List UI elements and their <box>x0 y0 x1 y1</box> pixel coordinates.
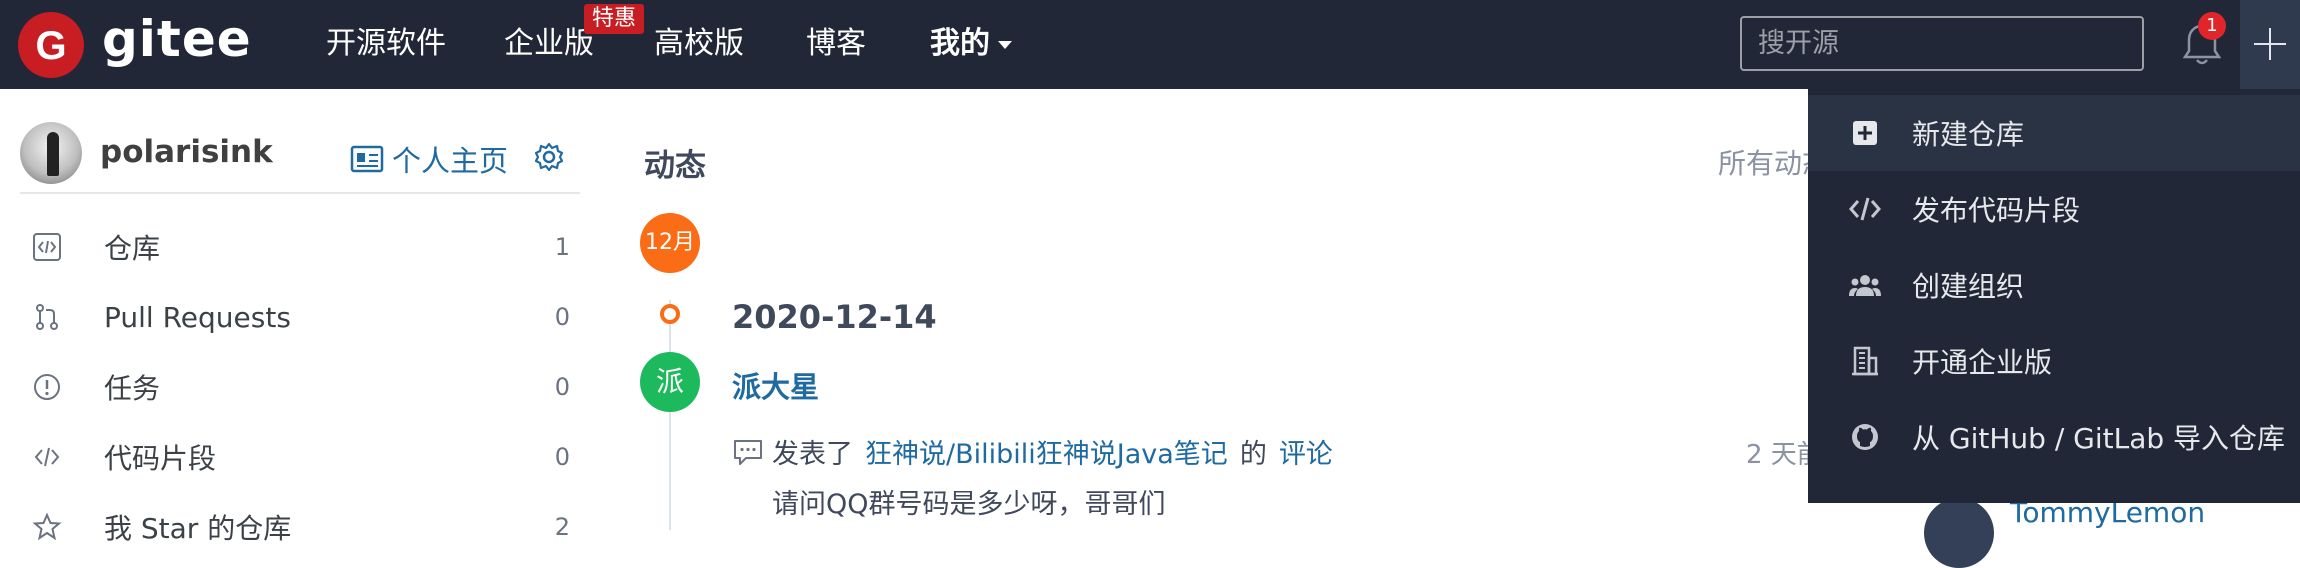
sidebar-item-count: 0 <box>554 373 570 401</box>
menu-item-new-snippet[interactable]: 发布代码片段 <box>1808 171 2300 247</box>
pull-request-icon <box>30 300 64 334</box>
discount-badge: 特惠 <box>584 4 645 34</box>
search-input[interactable]: 搜开源 <box>1740 16 2144 71</box>
profile-link-label: 个人主页 <box>392 144 509 178</box>
gitee-logo-icon[interactable]: G <box>18 12 84 78</box>
menu-item-enterprise[interactable]: 开通企业版 <box>1808 323 2300 399</box>
sidebar-divider <box>20 192 580 194</box>
nav-mine-label: 我的 <box>930 26 990 61</box>
menu-item-new-org[interactable]: 创建组织 <box>1808 247 2300 323</box>
menu-item-label: 新建仓库 <box>1912 118 2025 151</box>
date-heading: 2020-12-14 <box>732 298 937 336</box>
menu-item-import[interactable]: 从 GitHub / GitLab 导入仓库 <box>1808 399 2300 475</box>
menu-item-label: 从 GitHub / GitLab 导入仓库 <box>1912 422 2286 455</box>
menu-item-new-repo[interactable]: 新建仓库 <box>1808 95 2300 171</box>
username[interactable]: polarisink <box>100 134 273 170</box>
nav-blog[interactable]: 博客 <box>806 22 866 66</box>
sidebar-item-repos[interactable]: 仓库 1 <box>30 222 570 272</box>
gitee-logo-text[interactable]: gitee <box>102 9 252 69</box>
code-icon <box>30 440 64 474</box>
comment-icon <box>734 439 762 465</box>
issue-icon <box>30 370 64 404</box>
avatar[interactable] <box>20 122 82 184</box>
user-avatar[interactable]: 派 <box>640 352 700 412</box>
nav-education[interactable]: 高校版 <box>654 22 744 66</box>
nav-mine[interactable]: 我的 <box>930 22 1012 66</box>
sidebar-item-issues[interactable]: 任务 0 <box>30 362 570 412</box>
svg-text:G: G <box>35 24 66 68</box>
sidebar-item-count: 2 <box>554 513 570 541</box>
sidebar-item-count: 1 <box>554 233 570 261</box>
sidebar-item-label: 我 Star 的仓库 <box>104 512 292 545</box>
avatar[interactable] <box>1924 498 1994 568</box>
repo-link[interactable]: 狂神说/Bilibili狂神说Java笔记 <box>865 432 1228 471</box>
nav-enterprise[interactable]: 企业版 <box>504 22 594 66</box>
sidebar-item-count: 0 <box>554 443 570 471</box>
building-icon <box>1848 344 1882 378</box>
code-icon <box>1848 192 1882 226</box>
nav-open-source[interactable]: 开源软件 <box>326 22 446 66</box>
sidebar-item-starred[interactable]: 我 Star 的仓库 2 <box>30 502 570 552</box>
sidebar-item-pull-requests[interactable]: Pull Requests 0 <box>30 292 570 342</box>
sidebar-item-label: 代码片段 <box>104 442 217 475</box>
date-dot <box>660 304 680 324</box>
month-marker: 12月 <box>640 213 700 273</box>
repo-icon <box>30 230 64 264</box>
menu-item-label: 开通企业版 <box>1912 346 2053 379</box>
sidebar-item-label: 任务 <box>104 372 161 405</box>
event-username[interactable]: 派大星 <box>732 364 819 406</box>
timeline-line <box>669 300 671 530</box>
plus-square-icon <box>1848 116 1882 150</box>
gear-icon[interactable] <box>534 142 564 172</box>
event-description: 发表了 狂神说/Bilibili狂神说Java笔记 的 评论 <box>732 432 1333 471</box>
notification-badge: 1 <box>2198 12 2226 40</box>
chevron-down-icon <box>998 40 1012 49</box>
users-icon <box>1848 268 1882 302</box>
profile-link[interactable]: 个人主页 <box>350 138 508 180</box>
event-of: 的 <box>1239 439 1267 470</box>
star-icon <box>30 510 64 544</box>
sidebar-item-count: 0 <box>554 303 570 331</box>
github-icon <box>1848 420 1882 454</box>
feed-title: 动态 <box>644 148 706 184</box>
menu-item-label: 发布代码片段 <box>1912 194 2081 227</box>
event-action: 发表了 <box>772 439 853 470</box>
sidebar-item-label: Pull Requests <box>104 300 291 334</box>
comment-text: 请问QQ群号码是多少呀，哥哥们 <box>772 489 1166 520</box>
top-navbar: G gitee 开源软件 企业版 特惠 高校版 博客 我的 搜开源 1 <box>0 0 2300 89</box>
create-dropdown-menu: 新建仓库 发布代码片段 创建组织 开通企业版 从 GitHub / GitLab… <box>1808 89 2300 503</box>
id-card-icon <box>350 145 384 173</box>
comment-link[interactable]: 评论 <box>1279 432 1333 471</box>
sidebar-item-snippets[interactable]: 代码片段 0 <box>30 432 570 482</box>
sidebar-item-label: 仓库 <box>104 232 161 265</box>
menu-item-label: 创建组织 <box>1912 270 2025 303</box>
create-plus-button[interactable] <box>2240 0 2300 89</box>
